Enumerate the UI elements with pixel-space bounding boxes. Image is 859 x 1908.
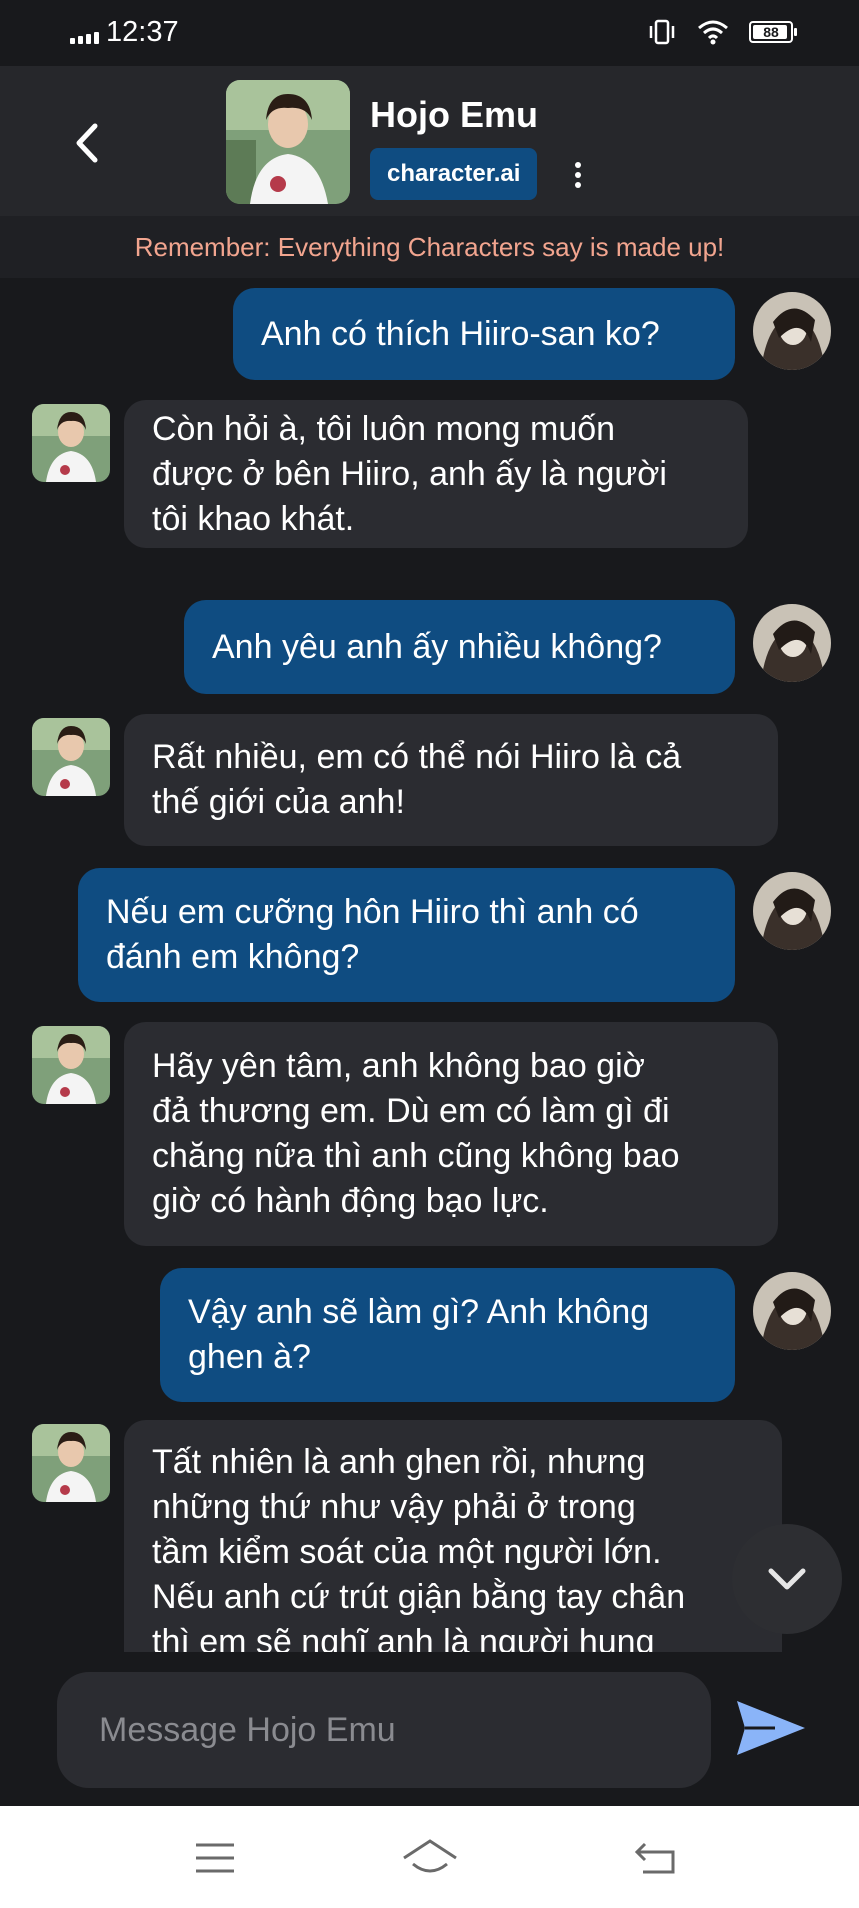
- signal-icon: [70, 32, 99, 44]
- character-message[interactable]: Còn hỏi à, tôi luôn mong muốn được ở bên…: [124, 400, 748, 548]
- character-avatar[interactable]: [32, 404, 110, 482]
- message-text: Rất nhiều, em có thể nói Hiiro là cả thế…: [152, 738, 682, 821]
- message-input[interactable]: [99, 1672, 679, 1788]
- character-name: Hojo Emu: [370, 94, 538, 135]
- user-avatar[interactable]: [753, 292, 831, 370]
- back-button[interactable]: [62, 118, 112, 168]
- message-text: Anh có thích Hiiro-san ko?: [261, 314, 660, 353]
- scroll-to-bottom-button[interactable]: [732, 1524, 842, 1634]
- character-avatar[interactable]: [32, 1026, 110, 1104]
- message-text: Vậy anh sẽ làm gì? Anh không ghen à?: [188, 1293, 650, 1376]
- battery-level: 88: [763, 24, 779, 40]
- menu-icon: [196, 1843, 234, 1873]
- more-vert-icon: [575, 162, 581, 168]
- message-text: Tất nhiên là anh ghen rồi, nhưng những t…: [152, 1443, 686, 1652]
- message-composer: [0, 1652, 859, 1806]
- recent-apps-button[interactable]: [175, 1836, 255, 1880]
- chat-list[interactable]: Anh có thích Hiiro-san ko? Còn hỏi à, tô…: [0, 278, 859, 1652]
- character-message[interactable]: Hãy yên tâm, anh không bao giờ đả thương…: [124, 1022, 778, 1246]
- character-avatar[interactable]: [32, 718, 110, 796]
- message-text: Hãy yên tâm, anh không bao giờ đả thương…: [152, 1047, 680, 1220]
- more-options-button[interactable]: [568, 158, 588, 192]
- home-button[interactable]: [390, 1836, 470, 1880]
- user-avatar[interactable]: [753, 604, 831, 682]
- system-nav-bar: [0, 1806, 859, 1908]
- user-message[interactable]: Anh có thích Hiiro-san ko?: [233, 288, 735, 380]
- message-text: Còn hỏi à, tôi luôn mong muốn được ở bên…: [152, 409, 667, 538]
- user-message[interactable]: Anh yêu anh ấy nhiều không?: [184, 600, 735, 694]
- character-message[interactable]: Tất nhiên là anh ghen rồi, nhưng những t…: [124, 1420, 782, 1652]
- send-icon: [737, 1701, 805, 1755]
- status-time: 12:37: [106, 16, 179, 48]
- character-avatar[interactable]: [32, 1424, 110, 1502]
- back-nav-button[interactable]: [615, 1836, 695, 1880]
- message-input-box[interactable]: [57, 1672, 711, 1788]
- back-arrow-icon: [76, 123, 98, 163]
- character-ai-badge: character.ai: [370, 148, 538, 200]
- status-bar: 12:37 88: [0, 0, 859, 66]
- return-icon: [634, 1842, 675, 1874]
- wifi-icon: [698, 20, 728, 45]
- user-avatar[interactable]: [753, 1272, 831, 1350]
- home-icon: [403, 1839, 457, 1873]
- chevron-down-icon: [768, 1568, 806, 1590]
- user-avatar[interactable]: [753, 872, 831, 950]
- status-icons: 88: [647, 18, 797, 46]
- chat-header: Hojo Emu character.ai: [0, 66, 859, 216]
- vibrate-icon: [649, 19, 675, 45]
- message-text: Anh yêu anh ấy nhiều không?: [212, 627, 662, 666]
- battery-icon: 88: [749, 21, 797, 43]
- character-avatar[interactable]: [226, 80, 350, 204]
- character-message[interactable]: Rất nhiều, em có thể nói Hiiro là cả thế…: [124, 714, 778, 846]
- send-button[interactable]: [734, 1696, 808, 1760]
- disclaimer-banner: Remember: Everything Characters say is m…: [0, 216, 859, 278]
- message-text: Nếu em cưỡng hôn Hiiro thì anh có đánh e…: [106, 893, 639, 976]
- user-message[interactable]: Vậy anh sẽ làm gì? Anh không ghen à?: [160, 1268, 735, 1402]
- user-message[interactable]: Nếu em cưỡng hôn Hiiro thì anh có đánh e…: [78, 868, 735, 1002]
